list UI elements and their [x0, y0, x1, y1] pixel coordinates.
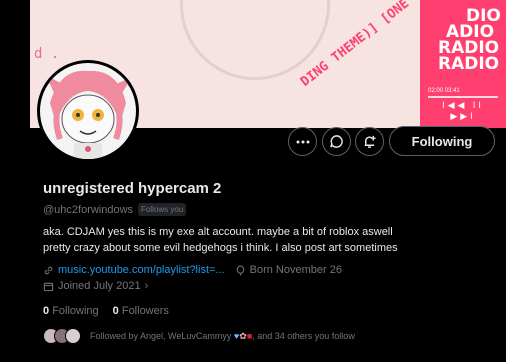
follow-stats: 0 Following 0 Followers — [43, 305, 169, 317]
bio-line: pretty crazy about some evil hedgehogs i… — [43, 242, 398, 254]
followed-by-suffix: , and 34 others you follow — [252, 330, 355, 341]
avatar-image — [40, 63, 136, 159]
following-count: 0 — [43, 305, 50, 317]
birthday-item: Born November 26 — [235, 264, 342, 276]
link-icon — [44, 266, 53, 274]
joined-text[interactable]: Joined July 2021 — [58, 280, 141, 292]
profile-link[interactable]: music.youtube.com/playlist?list=... — [58, 264, 225, 276]
joined-row: Joined July 2021 › — [43, 280, 148, 292]
following-label: Following — [52, 305, 99, 317]
follows-you-badge: Follows you — [138, 203, 187, 216]
mutual-avatar — [65, 328, 81, 344]
more-button[interactable] — [288, 127, 317, 156]
followed-by-prefix: Followed by Angel, — [90, 330, 169, 341]
user-handle: @uhc2forwindows — [43, 203, 134, 216]
calendar-icon — [43, 282, 54, 291]
banner-circle-decoration — [180, 0, 330, 80]
notify-button[interactable] — [355, 127, 384, 156]
following-button[interactable]: Following — [389, 126, 495, 156]
chevron-right-icon: › — [144, 280, 149, 292]
followers-count: 0 — [112, 305, 119, 317]
mutual-avatars — [43, 328, 81, 344]
followers-stat[interactable]: 0 Followers — [113, 305, 169, 317]
message-icon — [330, 135, 343, 148]
display-name: unregistered hypercam 2 — [43, 180, 222, 197]
flower-emoji-icon: ✿ — [239, 330, 247, 341]
player-controls: I◀◀ II ▶▶I — [442, 100, 484, 121]
more-icon — [296, 140, 309, 143]
player-progress-bar — [428, 96, 498, 98]
followed-by-name: WeLuvCammyy — [168, 330, 232, 341]
profile-meta-row: music.youtube.com/playlist?list=... Born… — [43, 264, 342, 276]
profile-bio: aka. CDJAM yes this is my exe alt accoun… — [43, 224, 498, 256]
message-button[interactable] — [322, 127, 351, 156]
joined-item[interactable]: Joined July 2021 › — [43, 280, 148, 292]
followed-by-row[interactable]: Followed by Angel, WeLuvCammyy ♥✿■, and … — [43, 328, 355, 344]
bio-line: aka. CDJAM yes this is my exe alt accoun… — [43, 226, 393, 238]
followed-by-text: Followed by Angel, WeLuvCammyy ♥✿■, and … — [90, 331, 355, 342]
profile-link-item[interactable]: music.youtube.com/playlist?list=... — [43, 264, 225, 276]
radio-line: RADIO — [438, 54, 500, 74]
followers-label: Followers — [121, 305, 169, 317]
handle-row: @uhc2forwindows Follows you — [43, 203, 187, 216]
balloon-icon — [236, 264, 244, 276]
birthday-text: Born November 26 — [249, 264, 342, 276]
banner-radio-text: DIO ADIO RADIO RADIO — [428, 8, 506, 74]
following-stat[interactable]: 0 Following — [43, 305, 99, 317]
banner-music-player: 02:00 03:41 I◀◀ II ▶▶I — [428, 88, 498, 122]
notification-add-icon — [364, 135, 376, 148]
banner-left-text: d . — [34, 46, 60, 62]
profile-avatar[interactable] — [37, 60, 139, 162]
player-time: 02:00 03:41 — [428, 88, 460, 94]
